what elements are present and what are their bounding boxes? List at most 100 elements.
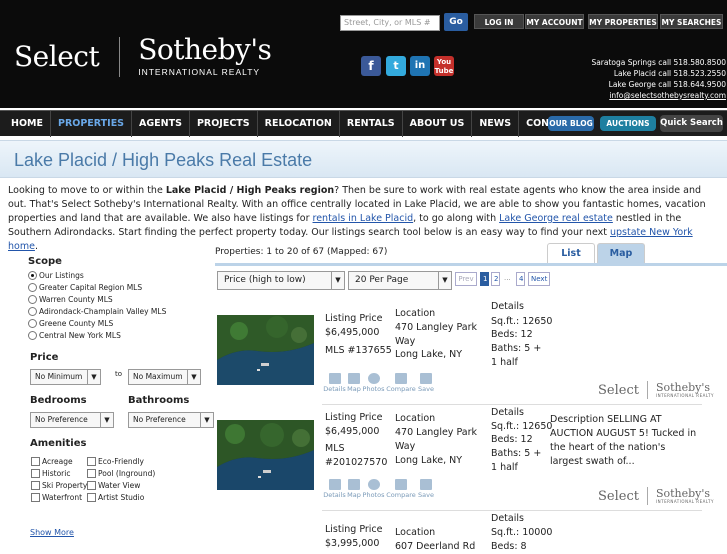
scope-option-label: Warren County MLS <box>39 295 113 304</box>
scope-option-our-listings[interactable]: Our Listings <box>28 271 84 280</box>
map-action[interactable]: Map <box>346 479 362 499</box>
listing-beds: Beds: 12 <box>491 329 533 340</box>
logo-sub-text: INTERNATIONAL REALTY <box>138 67 261 77</box>
youtube-icon[interactable]: You Tube <box>434 56 454 76</box>
my-account-link[interactable]: MY ACCOUNT <box>525 14 584 29</box>
checkbox-icon <box>31 469 40 478</box>
login-link[interactable]: LOG IN <box>474 14 524 29</box>
action-label: Compare <box>386 491 416 499</box>
quick-search-button[interactable]: Quick Search <box>660 115 723 132</box>
scope-option-label: Our Listings <box>39 271 84 280</box>
compare-action[interactable]: Compare <box>385 479 417 499</box>
radio-icon <box>28 295 37 304</box>
nav-agents[interactable]: AGENTS <box>132 110 190 137</box>
phone-lake-placid: Lake Placid call 518.523.2550 <box>613 69 726 78</box>
header-search-input[interactable]: Street, City, or MLS # <box>340 15 440 31</box>
details-icon <box>328 373 341 384</box>
scope-option-central-ny[interactable]: Central New York MLS <box>28 331 121 340</box>
listing-sqft: Sq.ft.: 12650 <box>491 421 553 432</box>
auctions-button[interactable]: AUCTIONS <box>600 116 656 131</box>
price-to-label: to <box>115 370 123 378</box>
intro-text-1: Looking to move to or within the <box>8 185 166 196</box>
my-searches-link[interactable]: MY SEARCHES <box>660 14 723 29</box>
nav-relocation[interactable]: RELOCATION <box>258 110 340 137</box>
per-page-select[interactable]: 20 Per Page ▼ <box>348 271 452 290</box>
our-blog-button[interactable]: OUR BLOG <box>548 116 594 131</box>
compare-action[interactable]: Compare <box>385 373 417 393</box>
logo-select-text: Select <box>14 40 100 73</box>
nav-news[interactable]: NEWS <box>472 110 520 137</box>
scope-option-label: Central New York MLS <box>39 331 121 340</box>
price-max-select[interactable]: No Maximum ▼ <box>128 369 201 385</box>
chevron-down-icon: ▼ <box>331 272 344 289</box>
pager-prev[interactable]: Prev <box>455 272 477 286</box>
scope-option-greater-capital[interactable]: Greater Capital Region MLS <box>28 283 142 292</box>
email-link[interactable]: info@selectsothebysrealty.com <box>591 90 726 101</box>
details-action[interactable]: Details <box>323 479 346 499</box>
amenity-pool[interactable]: Pool (Inground) <box>87 469 155 478</box>
amenity-ski-property[interactable]: Ski Property <box>31 481 87 490</box>
phone-saratoga: Saratoga Springs call 518.580.8500 <box>591 58 726 67</box>
page-title: Lake Placid / High Peaks Real Estate <box>14 150 313 170</box>
checkbox-icon <box>31 493 40 502</box>
listing-beds: Beds: 8 <box>491 541 527 552</box>
sort-select[interactable]: Price (high to low) ▼ <box>217 271 345 290</box>
pager-page-4[interactable]: 4 <box>516 272 525 286</box>
facebook-icon[interactable]: f <box>361 56 381 76</box>
price-label: Price <box>30 352 59 363</box>
scope-option-greene[interactable]: Greene County MLS <box>28 319 113 328</box>
map-action[interactable]: Map <box>346 373 362 393</box>
search-go-button[interactable]: Go <box>444 13 468 31</box>
per-page-value: 20 Per Page <box>355 275 409 285</box>
amenity-water-view[interactable]: Water View <box>87 481 140 490</box>
price-max-value: No Maximum <box>133 372 183 381</box>
my-properties-link[interactable]: MY PROPERTIES <box>588 14 658 29</box>
listing-photo[interactable] <box>217 420 314 490</box>
photos-action[interactable]: Photos <box>362 373 385 393</box>
pager-next[interactable]: Next <box>528 272 550 286</box>
results-count: Properties: 1 to 20 of 67 (Mapped: 67) <box>215 247 388 257</box>
brand-select-text: Select <box>598 488 639 504</box>
listing-sqft: Sq.ft.: 12650 <box>491 316 553 327</box>
pager-page-2[interactable]: 2 <box>491 272 500 286</box>
scope-option-warren[interactable]: Warren County MLS <box>28 295 113 304</box>
nav-properties[interactable]: PROPERTIES <box>51 110 133 137</box>
tab-map[interactable]: Map <box>597 243 645 263</box>
save-action[interactable]: Save <box>417 373 435 393</box>
price-min-select[interactable]: No Minimum ▼ <box>30 369 101 385</box>
intro-text-5: . <box>34 241 38 252</box>
nav-rentals[interactable]: RENTALS <box>340 110 403 137</box>
photos-action[interactable]: Photos <box>362 479 385 499</box>
map-icon <box>348 479 360 490</box>
listing-photo[interactable] <box>217 315 314 385</box>
save-action[interactable]: Save <box>417 479 435 499</box>
rentals-lake-placid-link[interactable]: rentals in Lake Placid <box>313 213 414 224</box>
show-more-link[interactable]: Show More <box>30 528 74 537</box>
amenity-historic[interactable]: Historic <box>31 469 70 478</box>
tab-list[interactable]: List <box>547 243 595 263</box>
action-label: Photos <box>362 491 385 499</box>
linkedin-icon[interactable]: in <box>410 56 430 76</box>
details-icon <box>328 479 341 490</box>
amenity-acreage[interactable]: Acreage <box>31 457 73 466</box>
tab-underline <box>215 263 727 266</box>
amenity-artist-studio[interactable]: Artist Studio <box>87 493 144 502</box>
nav-home[interactable]: HOME <box>4 110 51 137</box>
brand-sothebys-text: Sotheby's <box>655 381 711 394</box>
amenity-label: Artist Studio <box>98 493 145 502</box>
amenity-waterfront[interactable]: Waterfront <box>31 493 82 502</box>
amenity-eco-friendly[interactable]: Eco-Friendly <box>87 457 144 466</box>
listing-brand-logo: Select Sotheby's INTERNATIONAL REALTY <box>598 487 714 505</box>
bedrooms-select[interactable]: No Preference ▼ <box>30 412 114 428</box>
pager-page-1[interactable]: 1 <box>480 272 489 286</box>
amenity-label: Acreage <box>42 457 73 466</box>
nav-projects[interactable]: PROJECTS <box>190 110 258 137</box>
twitter-icon[interactable]: t <box>386 56 406 76</box>
nav-about-us[interactable]: ABOUT US <box>403 110 473 137</box>
details-action[interactable]: Details <box>323 373 346 393</box>
scope-option-adirondack[interactable]: Adirondack-Champlain Valley MLS <box>28 307 166 316</box>
chevron-down-icon: ▼ <box>87 370 100 384</box>
lake-george-real-estate-link[interactable]: Lake George real estate <box>499 213 613 224</box>
bathrooms-select[interactable]: No Preference ▼ <box>128 412 214 428</box>
site-logo[interactable]: Select Sotheby's INTERNATIONAL REALTY <box>14 36 272 78</box>
